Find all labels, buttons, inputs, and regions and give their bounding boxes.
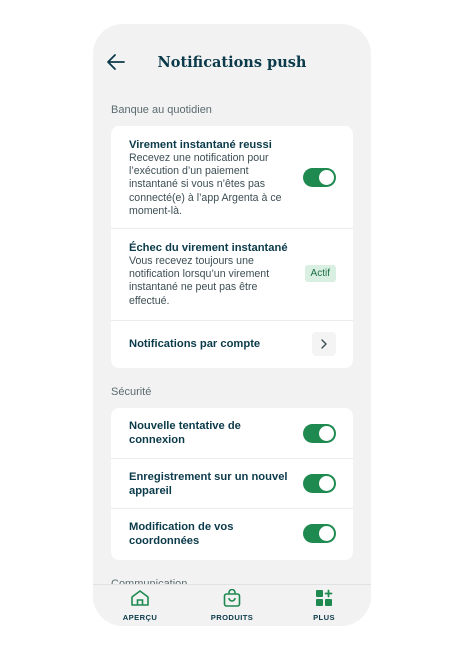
chevron-right-icon[interactable] <box>312 332 336 356</box>
status-badge: Actif <box>304 265 336 282</box>
contact-change-toggle[interactable] <box>303 524 336 543</box>
tab-overview[interactable]: APERÇU <box>100 589 180 622</box>
page-title: Notifications push <box>157 54 307 71</box>
new-device-toggle[interactable] <box>303 474 336 493</box>
row-title: Nouvelle tentative de connexion <box>129 420 241 446</box>
tab-label: PRODUITS <box>210 613 254 622</box>
instant-transfer-success-toggle[interactable] <box>303 168 336 187</box>
row-title: Enregistrement sur un nouvel appareil <box>129 471 288 497</box>
row-title: Notifications par compte <box>129 338 261 350</box>
home-icon <box>100 589 180 607</box>
toggle-knob <box>319 526 334 541</box>
section-label-security: Sécurité <box>111 386 152 398</box>
phone-frame: Notifications push Banque au quotidien V… <box>93 24 371 626</box>
shopping-bag-icon <box>192 589 272 607</box>
tab-more[interactable]: PLUS <box>284 589 364 622</box>
row-new-device: Enregistrement sur un nouvel appareil <box>111 459 353 509</box>
row-new-login-attempt: Nouvelle tentative de connexion <box>111 408 353 459</box>
daily-card: Virement instantané reussi Recevez une n… <box>111 126 353 368</box>
row-instant-transfer-failure: Échec du virement instantané Vous receve… <box>111 229 353 321</box>
row-contact-change: Modification de vos coordonnées <box>111 509 353 560</box>
new-login-attempt-toggle[interactable] <box>303 424 336 443</box>
tab-label: APERÇU <box>122 613 158 622</box>
section-label-daily: Banque au quotidien <box>111 104 212 116</box>
toggle-knob <box>319 426 334 441</box>
tab-label: PLUS <box>313 613 335 622</box>
bottom-tab-bar: APERÇU PRODUITS PLUS <box>93 584 371 626</box>
row-notifications-per-account[interactable]: Notifications par compte <box>111 321 353 368</box>
row-instant-transfer-success: Virement instantané reussi Recevez une n… <box>111 126 353 229</box>
row-title: Modification de vos coordonnées <box>129 521 234 547</box>
row-description: Vous recevez toujours une notification l… <box>129 255 270 307</box>
row-description: Recevez une notification pour l’exécutio… <box>129 152 282 217</box>
security-card: Nouvelle tentative de connexion Enregist… <box>111 408 353 560</box>
tab-products[interactable]: PRODUITS <box>192 589 272 622</box>
toggle-knob <box>319 170 334 185</box>
row-title: Virement instantané reussi <box>129 139 272 151</box>
grid-plus-icon <box>284 589 364 607</box>
toggle-knob <box>319 476 334 491</box>
row-title: Échec du virement instantané <box>129 242 288 254</box>
header: Notifications push <box>93 24 371 100</box>
